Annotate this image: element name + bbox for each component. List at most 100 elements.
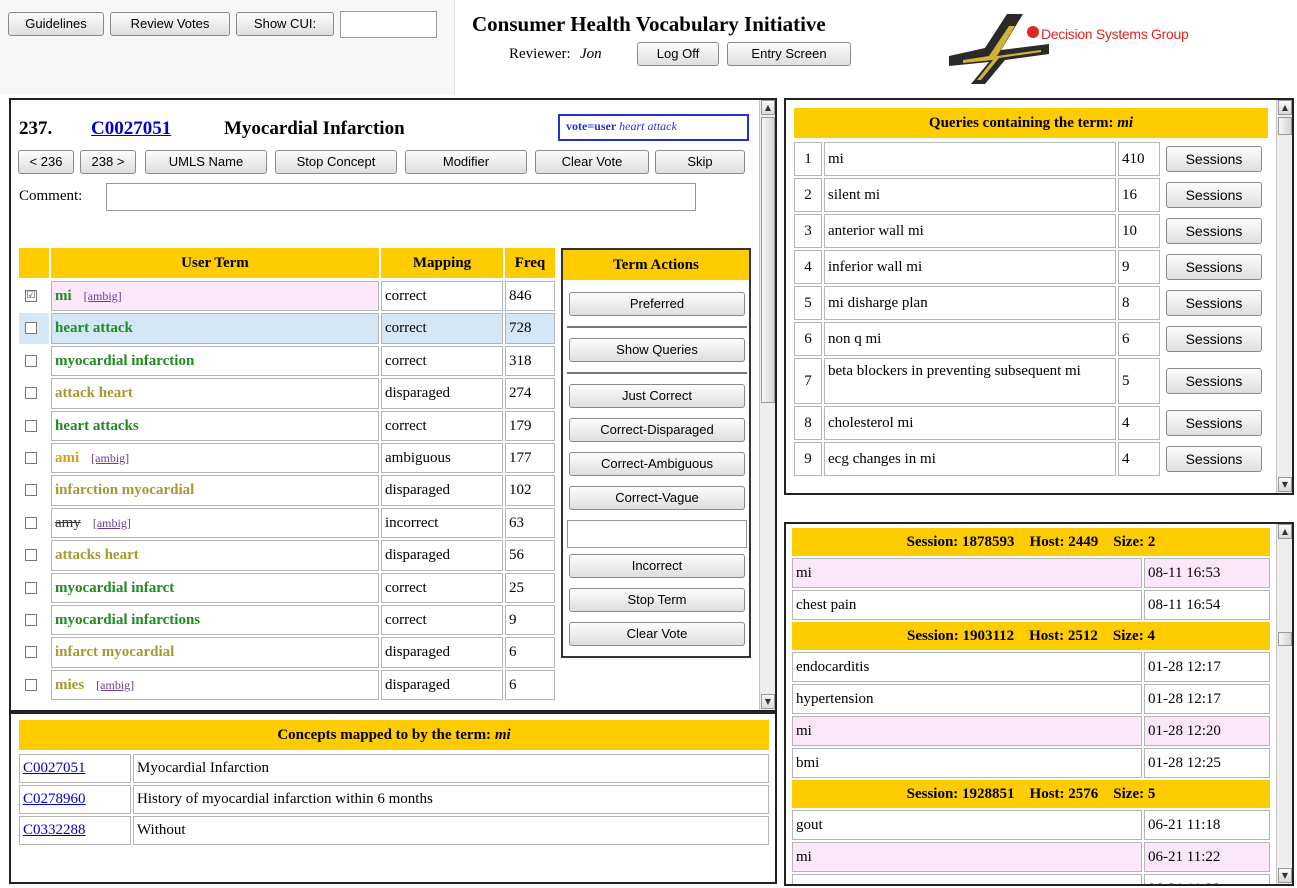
term-cell[interactable]: ami [ambig]: [51, 443, 379, 474]
sessions-button[interactable]: Sessions: [1166, 290, 1262, 316]
prev-concept-button[interactable]: < 236: [18, 150, 74, 174]
concept-cui-link[interactable]: C0027051: [91, 118, 171, 140]
sessions-button[interactable]: Sessions: [1166, 254, 1262, 280]
session-time-cell: 06-21 11:22: [1144, 842, 1270, 872]
term-cell[interactable]: myocardial infarctions: [51, 605, 379, 636]
query-count-cell: 9: [1118, 250, 1160, 284]
term-checkbox[interactable]: [25, 581, 37, 594]
ambig-link[interactable]: [ambig]: [96, 678, 134, 692]
query-text-cell: anterior wall mi: [824, 214, 1116, 248]
cui-input[interactable]: [340, 11, 437, 38]
app-title: Consumer Health Vocabulary Initiative: [472, 12, 826, 36]
scroll-thumb[interactable]: [1278, 632, 1292, 646]
query-count-cell: 4: [1118, 406, 1160, 440]
sessions-button[interactable]: Sessions: [1166, 368, 1262, 394]
term-checkbox[interactable]: [25, 387, 37, 400]
correct-vague-button[interactable]: Correct-Vague: [569, 486, 745, 510]
term-checkbox[interactable]: [25, 322, 37, 335]
term-clear-vote-button[interactable]: Clear Vote: [569, 622, 745, 646]
term-cell[interactable]: attacks heart: [51, 540, 379, 571]
term-checkbox[interactable]: [25, 678, 37, 691]
preferred-button[interactable]: Preferred: [569, 292, 745, 316]
correct-ambiguous-button[interactable]: Correct-Ambiguous: [569, 452, 745, 476]
mapped-cui-link[interactable]: C0027051: [23, 760, 86, 776]
session-query-cell: mi: [792, 716, 1142, 746]
sessions-button[interactable]: Sessions: [1166, 446, 1262, 472]
mapped-cui-link[interactable]: C0278960: [23, 791, 86, 807]
term-cell[interactable]: mi [ambig]: [51, 281, 379, 312]
query-count-cell: 4: [1118, 442, 1160, 476]
term-checkbox[interactable]: [25, 484, 37, 497]
mapped-cui-cell[interactable]: C0332288: [19, 816, 131, 845]
term-actions-title: Term Actions: [563, 250, 749, 280]
term-cell[interactable]: mies [ambig]: [51, 669, 379, 701]
queries-scrollbar[interactable]: ▲ ▼: [1276, 100, 1292, 493]
clear-vote-button[interactable]: Clear Vote: [535, 150, 649, 174]
term-checkbox[interactable]: [25, 452, 37, 464]
mapped-cui-link[interactable]: C0332288: [23, 822, 86, 838]
comment-input[interactable]: [106, 183, 696, 211]
sessions-button[interactable]: Sessions: [1166, 182, 1262, 208]
query-count-cell: 10: [1118, 214, 1160, 248]
sessions-scrollbar[interactable]: ▲ ▼: [1276, 524, 1292, 884]
sessions-button[interactable]: Sessions: [1166, 326, 1262, 352]
term-cell[interactable]: attack heart: [51, 378, 379, 409]
ambig-link[interactable]: [ambig]: [91, 451, 129, 465]
ambig-link[interactable]: [ambig]: [93, 516, 131, 530]
review-votes-button[interactable]: Review Votes: [110, 12, 230, 36]
correct-disparaged-button[interactable]: Correct-Disparaged: [569, 418, 745, 442]
term-cell[interactable]: amy [ambig]: [51, 507, 379, 539]
term-cell[interactable]: heart attack: [51, 313, 379, 344]
query-text-cell: non q mi: [824, 322, 1116, 356]
incorrect-button[interactable]: Incorrect: [569, 554, 745, 578]
log-off-button[interactable]: Log Off: [637, 42, 719, 66]
concepts-mapped-title: Concepts mapped to by the term: mi: [19, 720, 769, 750]
sessions-button[interactable]: Sessions: [1166, 410, 1262, 436]
term-cell[interactable]: myocardial infarction: [51, 345, 379, 377]
term-checkbox[interactable]: [25, 549, 37, 562]
sessions-button[interactable]: Sessions: [1166, 146, 1262, 172]
term-checkbox[interactable]: [25, 614, 37, 626]
scroll-down-arrow-icon[interactable]: ▼: [1278, 868, 1292, 883]
term-checkbox-cell: [19, 443, 49, 474]
scroll-up-arrow-icon[interactable]: ▲: [1278, 100, 1292, 115]
mapped-cui-cell[interactable]: C0278960: [19, 785, 131, 814]
query-count-cell: 6: [1118, 322, 1160, 356]
next-concept-button[interactable]: 238 >: [80, 150, 136, 174]
term-checkbox[interactable]: [25, 646, 37, 659]
stop-concept-button[interactable]: Stop Concept: [275, 150, 397, 174]
term-text: myocardial infarct: [55, 579, 175, 596]
stop-term-button[interactable]: Stop Term: [569, 588, 745, 612]
show-cui-button[interactable]: Show CUI:: [236, 12, 334, 36]
mapped-cui-cell[interactable]: C0027051: [19, 754, 131, 783]
term-checkbox[interactable]: [25, 516, 37, 529]
term-cell[interactable]: myocardial infarct: [51, 572, 379, 603]
just-correct-button[interactable]: Just Correct: [569, 384, 745, 408]
term-cell[interactable]: heart attacks: [51, 410, 379, 441]
skip-button[interactable]: Skip: [655, 150, 745, 174]
term-checkbox[interactable]: ☑: [25, 290, 37, 302]
concepts-mapped-frame: Concepts mapped to by the term: mi C0027…: [9, 712, 777, 884]
scroll-thumb[interactable]: [1278, 117, 1292, 135]
term-cell[interactable]: infarct myocardial: [51, 637, 379, 668]
scroll-up-arrow-icon[interactable]: ▲: [1278, 524, 1292, 539]
session-time-cell: 01-28 12:20: [1144, 716, 1270, 746]
umls-name-button[interactable]: UMLS Name: [145, 150, 267, 174]
mapping-cell: correct: [381, 572, 503, 603]
term-checkbox[interactable]: [25, 354, 37, 367]
modifier-button[interactable]: Modifier: [405, 150, 527, 174]
left-frame-scrollbar[interactable]: ▲ ▼: [759, 100, 775, 710]
sessions-button[interactable]: Sessions: [1166, 218, 1262, 244]
entry-screen-button[interactable]: Entry Screen: [727, 42, 851, 66]
show-queries-button[interactable]: Show Queries: [569, 338, 745, 362]
guidelines-button[interactable]: Guidelines: [8, 12, 104, 36]
scroll-thumb[interactable]: [761, 117, 775, 403]
scroll-down-arrow-icon[interactable]: ▼: [1278, 477, 1292, 492]
scroll-down-arrow-icon[interactable]: ▼: [761, 694, 775, 709]
concepts-mapped-title-text: Concepts mapped to by the term:: [277, 727, 492, 743]
term-cell[interactable]: infarction myocardial: [51, 475, 379, 506]
scroll-up-arrow-icon[interactable]: ▲: [761, 100, 775, 115]
session-header: Session: 1928851 Host: 2576 Size: 5: [792, 780, 1270, 808]
term-checkbox[interactable]: [25, 419, 37, 432]
ambig-link[interactable]: [ambig]: [84, 289, 122, 303]
